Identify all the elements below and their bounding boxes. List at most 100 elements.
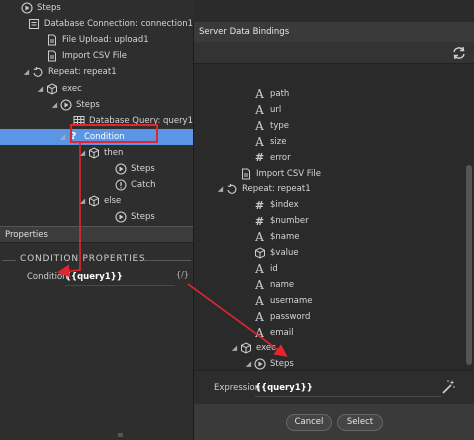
tree-row-name[interactable]: Aname bbox=[194, 277, 465, 293]
object-type-icon bbox=[253, 247, 266, 260]
expand-toggle-icon[interactable]: ◢ bbox=[50, 101, 59, 109]
repeat-icon bbox=[31, 66, 44, 79]
scrollbar-grip[interactable] bbox=[118, 433, 123, 437]
tree-row-type[interactable]: Atype bbox=[194, 118, 465, 134]
expand-toggle-icon[interactable]: ◢ bbox=[22, 68, 31, 76]
tree-row-label: Repeat: repeat1 bbox=[242, 184, 311, 195]
steps-icon bbox=[20, 2, 33, 15]
database-query-icon bbox=[73, 114, 85, 127]
tree-row-label: id bbox=[270, 263, 278, 274]
tree-row-label: Import CSV File bbox=[62, 51, 127, 62]
condition-field[interactable]: {{query1}} bbox=[65, 272, 123, 282]
tree-row-database-query-query1[interactable]: Database Query: query1 bbox=[0, 113, 193, 129]
tree-row-label: $index bbox=[270, 200, 299, 211]
expand-toggle-icon[interactable]: ◢ bbox=[78, 197, 87, 205]
tree-row-username[interactable]: Ausername bbox=[194, 293, 465, 309]
section-divider bbox=[143, 260, 191, 261]
exec-icon bbox=[45, 82, 58, 95]
tree-row-label: password bbox=[270, 311, 311, 322]
number-type-icon: # bbox=[254, 214, 265, 228]
repeat-icon bbox=[225, 183, 238, 196]
expression-underline bbox=[255, 396, 441, 397]
tree-row-then[interactable]: ◢ then bbox=[0, 145, 193, 161]
tree-row-id[interactable]: Aid bbox=[194, 261, 465, 277]
tree-row-catch[interactable]: Catch bbox=[0, 177, 193, 193]
tree-row-label: $number bbox=[270, 216, 309, 227]
else-icon bbox=[87, 195, 100, 208]
number-type-icon: # bbox=[254, 151, 265, 165]
tree-row-path[interactable]: Apath bbox=[194, 86, 465, 102]
text-type-icon: A bbox=[255, 325, 264, 340]
tree-row-steps[interactable]: ◢ Steps bbox=[0, 97, 193, 113]
tree-row-label: then bbox=[104, 147, 124, 158]
tree-row-repeat-repeat1[interactable]: ◢ Repeat: repeat1 bbox=[194, 181, 465, 197]
tree-row-label: File Upload: upload1 bbox=[62, 35, 149, 46]
magic-wand-icon[interactable] bbox=[440, 379, 456, 395]
tree-row-index[interactable]: # $index bbox=[194, 197, 465, 213]
condition-icon: ? bbox=[70, 131, 77, 143]
tree-row-label: Steps bbox=[131, 212, 155, 223]
cancel-button[interactable]: Cancel bbox=[286, 414, 332, 431]
exec-icon bbox=[239, 342, 252, 355]
app-structure-panel: Steps Database Connection: connection1 Fil… bbox=[0, 0, 193, 440]
dynamic-data-icon[interactable]: {/} bbox=[176, 270, 189, 279]
tree-row-steps[interactable]: ◢ Steps bbox=[194, 356, 465, 370]
tree-row-url[interactable]: Aurl bbox=[194, 102, 465, 118]
file-upload-icon bbox=[45, 34, 58, 47]
tree-row-error[interactable]: # error bbox=[194, 150, 465, 166]
tree-row-number[interactable]: # $number bbox=[194, 213, 465, 229]
dialog-title: Server Data Bindings bbox=[194, 22, 474, 42]
tree-row-steps[interactable]: Steps bbox=[0, 0, 193, 16]
tree-row-import-csv-file[interactable]: Import CSV File bbox=[0, 48, 193, 64]
tree-row-label: username bbox=[270, 295, 313, 306]
scrollbar-thumb[interactable] bbox=[466, 165, 472, 365]
tree-row-label: $name bbox=[270, 232, 300, 243]
expand-toggle-icon[interactable]: ◢ bbox=[58, 133, 67, 141]
tree-row-exec[interactable]: ◢ exec bbox=[194, 340, 465, 356]
tree-row-exec[interactable]: ◢ exec bbox=[0, 81, 193, 97]
text-type-icon: A bbox=[255, 134, 264, 149]
tree-row-label: path bbox=[270, 89, 290, 99]
tree-row-steps[interactable]: Steps bbox=[0, 209, 193, 225]
steps-icon bbox=[253, 358, 266, 370]
import-csv-icon bbox=[45, 50, 58, 63]
tree-row-email[interactable]: Aemail bbox=[194, 325, 465, 341]
expand-toggle-icon[interactable]: ◢ bbox=[230, 344, 239, 352]
tree-row-else[interactable]: ◢ else bbox=[0, 193, 193, 209]
text-type-icon: A bbox=[255, 102, 264, 117]
bindings-scrollbar[interactable] bbox=[465, 65, 473, 370]
expand-toggle-icon[interactable]: ◢ bbox=[36, 85, 45, 93]
tree-row-file-upload-upload1[interactable]: File Upload: upload1 bbox=[0, 32, 193, 48]
expand-toggle-icon[interactable]: ◢ bbox=[78, 149, 87, 157]
condition-label: Condition bbox=[27, 272, 68, 282]
tree-row-label: type bbox=[270, 120, 289, 131]
tree-row-label: Repeat: repeat1 bbox=[48, 67, 117, 78]
tree-row-size[interactable]: Asize bbox=[194, 134, 465, 150]
tree-row-label: Condition bbox=[84, 131, 125, 142]
steps-icon bbox=[114, 163, 127, 176]
tree-row-condition[interactable]: ◢? Condition bbox=[0, 128, 193, 145]
tree-row-password[interactable]: Apassword bbox=[194, 309, 465, 325]
expression-input[interactable]: {{query1}} bbox=[255, 383, 313, 393]
tree-row-steps[interactable]: Steps bbox=[0, 161, 193, 177]
steps-icon bbox=[114, 211, 127, 224]
properties-header: Properties bbox=[0, 226, 193, 243]
text-type-icon: A bbox=[255, 309, 264, 324]
expand-toggle-icon[interactable]: ◢ bbox=[216, 185, 225, 193]
select-button[interactable]: Select bbox=[337, 414, 383, 431]
tree-row-value[interactable]: $value bbox=[194, 245, 465, 261]
tree-row-name[interactable]: A $name bbox=[194, 229, 465, 245]
expand-toggle-icon[interactable]: ◢ bbox=[244, 360, 253, 368]
tree-row-database-connection-connection1[interactable]: Database Connection: connection1 bbox=[0, 16, 193, 32]
text-type-icon: A bbox=[255, 277, 264, 292]
dialog-toolbar bbox=[194, 42, 474, 64]
tree-row-label: exec bbox=[256, 343, 276, 354]
tree-row-label: Steps bbox=[76, 99, 100, 110]
tree-row-import-csv-file[interactable]: Import CSV File bbox=[194, 166, 465, 182]
bindings-tree: Apath Aurl Atype Asize # error Import CSV File… bbox=[194, 65, 465, 370]
tree-row-label: size bbox=[270, 136, 287, 147]
refresh-icon[interactable] bbox=[451, 45, 467, 61]
server-data-bindings-dialog: Server Data Bindings Apath Aurl Atype Asize… bbox=[193, 22, 474, 440]
steps-tree: Steps Database Connection: connection1 Fil… bbox=[0, 0, 193, 226]
tree-row-repeat-repeat1[interactable]: ◢ Repeat: repeat1 bbox=[0, 64, 193, 80]
